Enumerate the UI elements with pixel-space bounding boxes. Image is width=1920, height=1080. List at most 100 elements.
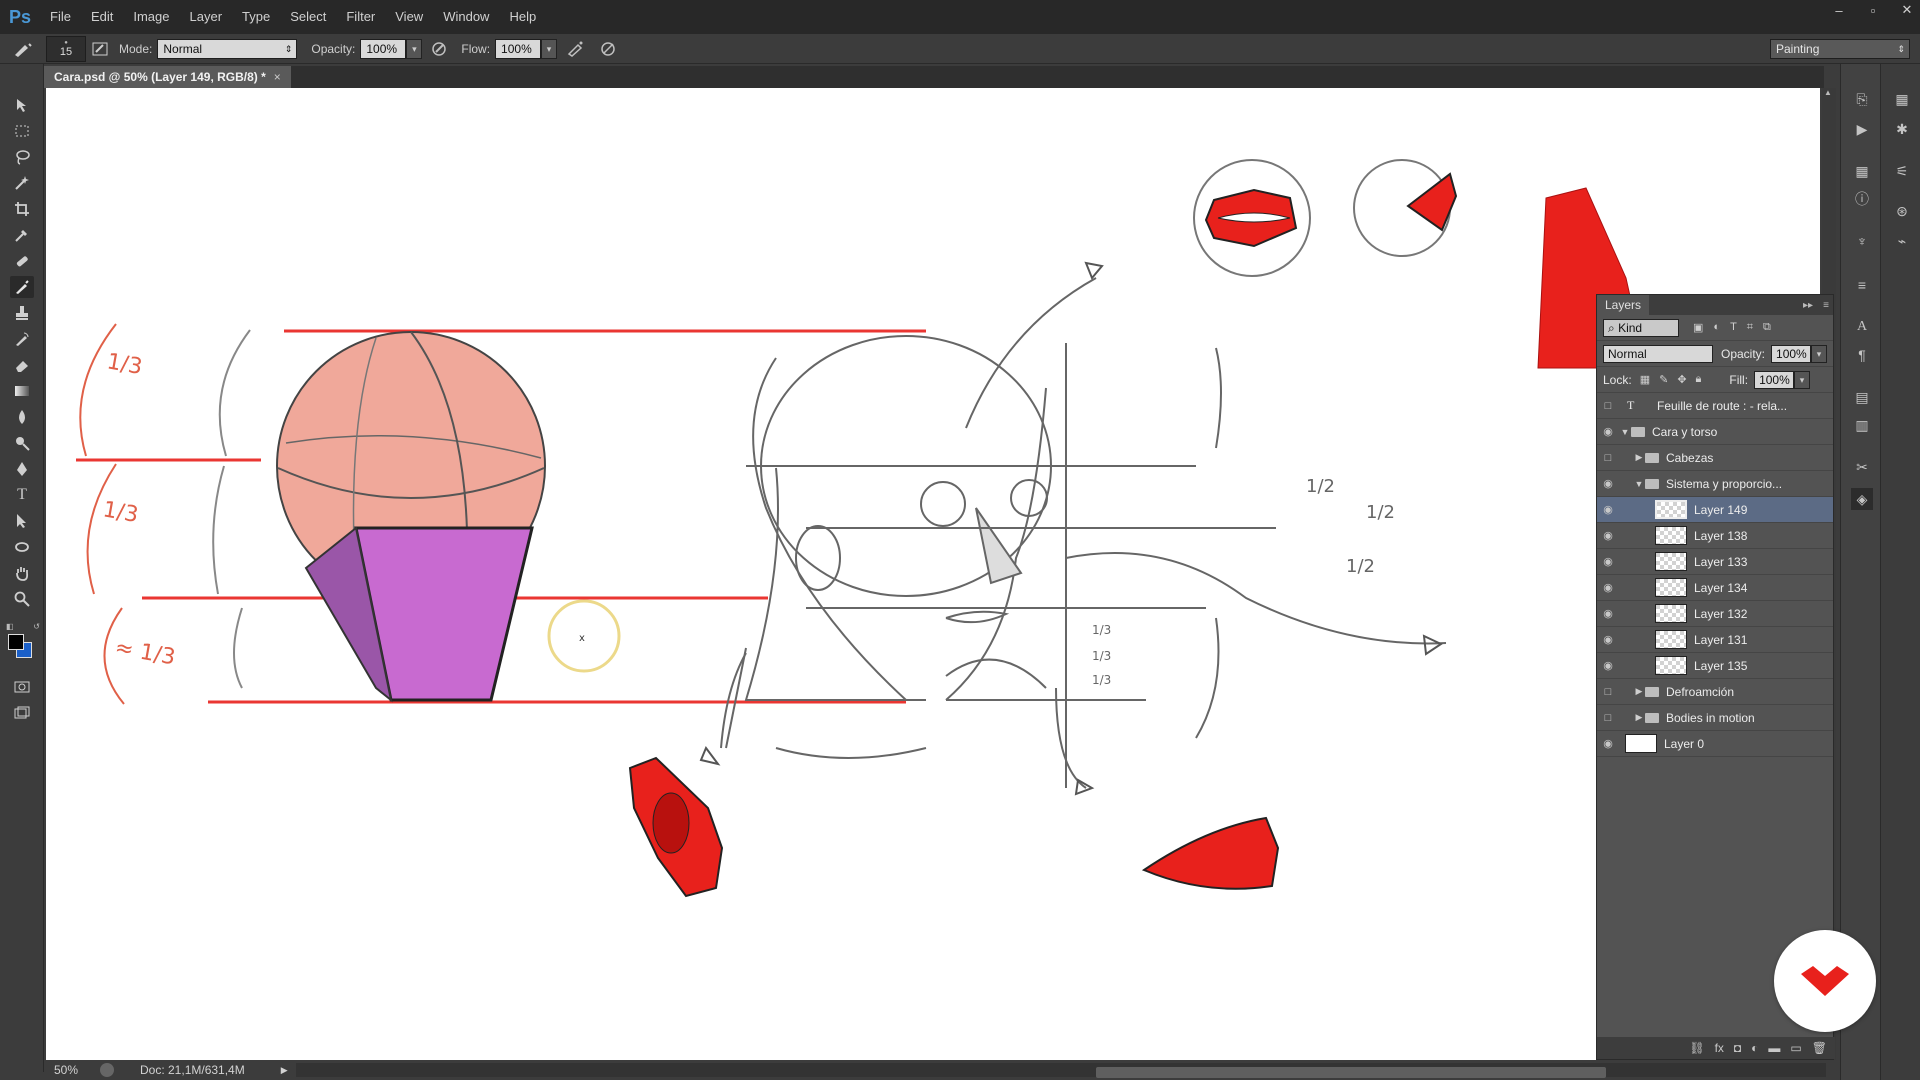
pressure-opacity-toggle[interactable] [422,40,456,58]
layers-panel-icon[interactable]: ◈ [1851,488,1873,510]
filter-smart-object-icon[interactable]: ⧉ [1763,321,1771,334]
zoom-level[interactable]: 50% [54,1063,100,1077]
paragraph-styles-panel-icon[interactable]: ≡ [1851,274,1873,296]
layer-opacity-dropdown[interactable]: ▾ [1811,344,1828,363]
kind-filter-select[interactable]: ⌕ Kind [1603,318,1679,337]
eye-icon[interactable]: ◉ [1597,659,1619,672]
lasso-tool[interactable] [10,146,34,168]
shape-tool[interactable] [10,536,34,558]
brush-tool[interactable] [10,276,34,298]
eye-icon[interactable]: ◉ [1597,581,1619,594]
flow-dropdown[interactable]: ▾ [541,38,558,59]
hand-tool[interactable] [10,562,34,584]
notes-panel-icon[interactable]: ▤ [1851,386,1873,408]
tool-presets-panel-icon[interactable]: ✂ [1851,456,1873,478]
eraser-tool[interactable] [10,354,34,376]
minimize-button[interactable]: – [1832,3,1846,18]
layer-row[interactable]: ◉ Layer 138 [1597,523,1833,549]
delete-layer-icon[interactable]: 🗑︎ [1812,1041,1827,1055]
lock-transparency-icon[interactable]: ▦ [1640,373,1650,386]
layer-row-selected[interactable]: ◉ Layer 149 [1597,497,1833,523]
eye-icon[interactable]: ◉ [1597,607,1619,620]
layer-opacity-input[interactable]: 100% [1771,344,1812,363]
close-button[interactable]: ✕ [1900,2,1914,18]
layer-group-row[interactable]: □ ▶ Defroamción [1597,679,1833,705]
type-tool[interactable]: T [10,484,34,506]
collapse-icon[interactable]: ▸▸ [1803,300,1813,311]
swap-colors-icon[interactable]: ↺ [33,622,40,631]
visibility-off[interactable]: □ [1597,712,1619,724]
menu-help[interactable]: Help [499,0,546,34]
layer-row[interactable]: □ T Feuille de route : - rela... [1597,393,1833,419]
lock-position-icon[interactable]: ✥ [1677,373,1686,386]
pen-tool[interactable] [10,458,34,480]
actions-panel-icon[interactable]: ▶ [1851,118,1873,140]
layer-row[interactable]: ◉ Layer 135 [1597,653,1833,679]
foreground-color-swatch[interactable] [8,634,24,650]
filter-pixel-icon[interactable]: ▣ [1693,321,1703,334]
menu-layer[interactable]: Layer [180,0,233,34]
crop-tool[interactable] [10,198,34,220]
layer-row[interactable]: ◉ Layer 134 [1597,575,1833,601]
eye-icon[interactable]: ◉ [1597,529,1619,542]
eye-icon[interactable]: ◉ [1597,555,1619,568]
info-panel-icon[interactable]: ⓘ [1851,188,1873,210]
fill-dropdown[interactable]: ▾ [1794,370,1811,389]
default-colors-icon[interactable]: ◧ [6,622,14,631]
adjustments-panel-icon[interactable]: ⚟ [1891,160,1913,182]
layer-group-row[interactable]: □ ▶ Bodies in motion [1597,705,1833,731]
quick-select-tool[interactable] [10,172,34,194]
layer-group-row[interactable]: ◉ ▼ Cara y torso [1597,419,1833,445]
add-mask-icon[interactable]: ◘ [1734,1041,1741,1055]
airbrush-toggle[interactable] [557,40,593,58]
pressure-size-toggle[interactable] [593,40,623,58]
visibility-off[interactable]: □ [1597,452,1619,464]
menu-view[interactable]: View [385,0,433,34]
layer-row[interactable]: ◉ Layer 132 [1597,601,1833,627]
status-menu-arrow-icon[interactable]: ▶ [281,1065,288,1076]
screen-mode-button[interactable] [10,702,34,724]
history-panel-icon[interactable]: ⎘ [1851,88,1873,110]
clone-stamp-tool[interactable] [10,302,34,324]
status-info-icon[interactable] [100,1063,114,1077]
gradient-tool[interactable] [10,380,34,402]
menu-filter[interactable]: Filter [336,0,385,34]
menu-edit[interactable]: Edit [81,0,123,34]
filter-shape-icon[interactable]: ⌗ [1747,321,1753,334]
layer-row[interactable]: ◉ Layer 133 [1597,549,1833,575]
new-layer-icon[interactable]: ▭ [1790,1041,1801,1055]
new-adjustment-icon[interactable]: ◐ [1751,1041,1758,1055]
visibility-off[interactable]: □ [1597,686,1619,698]
link-layers-icon[interactable]: ⛓ [1689,1041,1704,1055]
collapse-triangle-icon[interactable]: ▶ [1633,686,1645,697]
move-tool[interactable] [10,94,34,116]
eye-icon[interactable]: ◉ [1597,633,1619,646]
layer-group-row[interactable]: ◉ ▼ Sistema y proporcio... [1597,471,1833,497]
eyedropper-tool[interactable] [10,224,34,246]
opacity-dropdown[interactable]: ▾ [406,38,423,59]
expand-triangle-icon[interactable]: ▼ [1633,479,1645,489]
layer-style-icon[interactable]: fx [1715,1041,1724,1055]
fill-input[interactable]: 100% [1754,370,1795,389]
menu-file[interactable]: File [40,0,81,34]
zoom-tool[interactable] [10,588,34,610]
channels-panel-icon[interactable]: ⊛ [1891,200,1913,222]
paragraph-panel-icon[interactable]: ¶ [1851,344,1873,366]
brush-panel-toggle[interactable] [86,41,114,57]
path-selection-tool[interactable] [10,510,34,532]
paths-panel-icon[interactable]: ⌁ [1891,230,1913,252]
clone-source-panel-icon[interactable]: ♆ [1851,230,1873,252]
layer-group-row[interactable]: □ ▶ Cabezas [1597,445,1833,471]
lock-pixels-icon[interactable]: ✎ [1659,373,1668,386]
blur-tool[interactable] [10,406,34,428]
menu-image[interactable]: Image [123,0,179,34]
healing-brush-tool[interactable] [10,250,34,272]
menu-select[interactable]: Select [280,0,336,34]
restore-button[interactable]: ▫ [1866,3,1880,18]
workspace-select[interactable]: Painting ⇕ [1770,39,1910,59]
layer-row[interactable]: ◉ Layer 131 [1597,627,1833,653]
blend-mode-select[interactable]: Normal [1603,344,1713,363]
scroll-up-arrow-icon[interactable]: ▲ [1824,88,1832,97]
eye-icon[interactable]: ◉ [1597,425,1619,438]
menu-window[interactable]: Window [433,0,499,34]
